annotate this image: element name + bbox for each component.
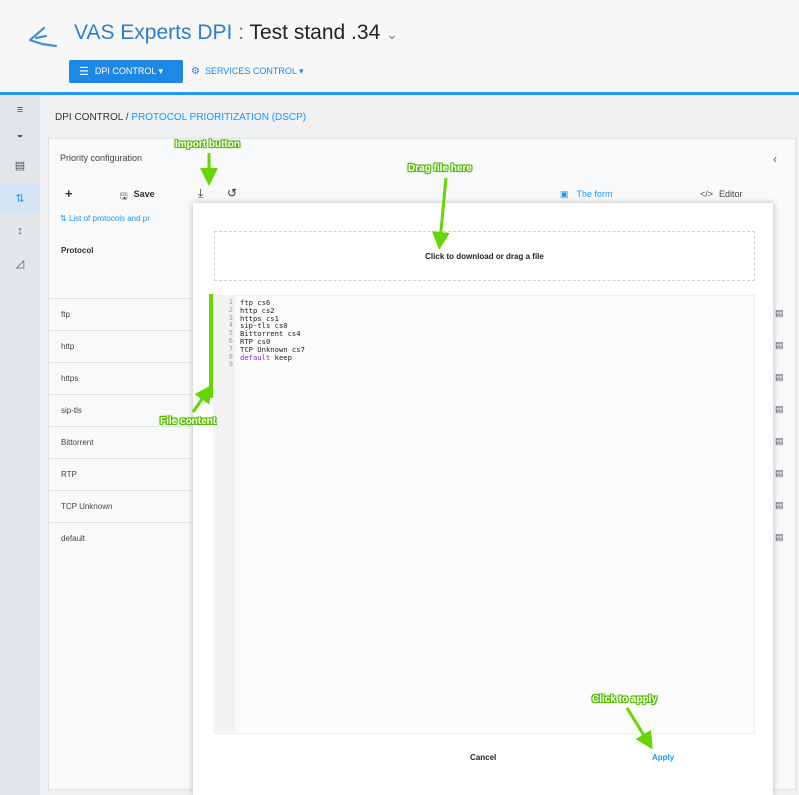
- arrow-icon: [191, 384, 213, 413]
- arrow-icon: [431, 177, 450, 250]
- arrow-icon: [625, 707, 653, 750]
- annotation-arrows: [191, 153, 653, 750]
